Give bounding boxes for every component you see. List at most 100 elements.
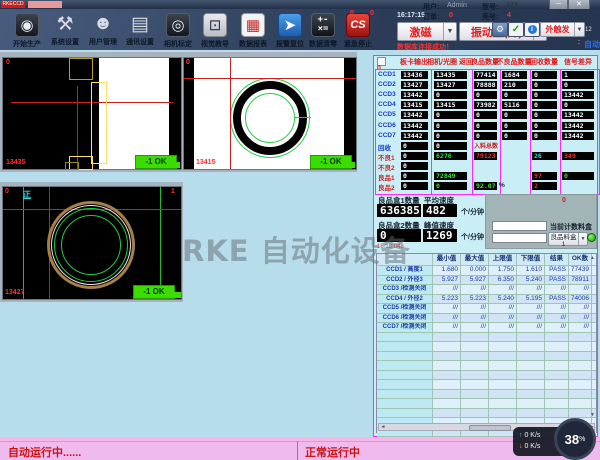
tray-dropdown[interactable]: 良品料盒1 ▼ <box>548 232 588 246</box>
measure-cell <box>569 333 592 342</box>
stop-counter-1: 0 <box>350 10 354 17</box>
up-arrow-icon: ↑ <box>519 432 523 439</box>
scroll-up-icon[interactable]: ▲ <box>589 255 596 262</box>
measure-cell: CCD1 / 高度1 <box>377 266 433 275</box>
title-badge: RKECCD <box>1 1 25 8</box>
row-label-CCD3: CCD3 <box>378 91 396 98</box>
camera-index-right: 1 <box>171 188 175 195</box>
toolbar-item-emergency-stop[interactable]: CS紧急停止 <box>338 13 378 49</box>
toolbar-item-server[interactable]: ▤通讯设置 <box>120 13 160 47</box>
frame-timestamp: 16:18:048 <box>377 244 404 250</box>
measure-table: 最小值最大值上限值下限值结果OK数CCD1 / 高度11.6800.0001.7… <box>376 253 597 433</box>
measure-cell <box>377 361 433 370</box>
scroll-down-icon[interactable]: ▼ <box>589 412 596 419</box>
measure-cell: 0.000 <box>461 266 489 275</box>
chevron-down-icon[interactable]: ▼ <box>443 23 456 40</box>
trigger-mode-dropdown[interactable]: 外触发 ▼ <box>540 22 585 37</box>
toolbar-item-tools[interactable]: ⚒系统设置 <box>45 13 85 47</box>
camera-view-2[interactable]: 0 13415 -1 OK <box>183 57 357 170</box>
order-label: 订单: <box>423 12 439 22</box>
row-label-CCD4: CCD4 <box>378 101 396 108</box>
chevron-down-icon[interactable]: ▼ <box>574 23 584 36</box>
column-header: 相机/光圈 返回 <box>427 57 473 67</box>
stat-value: 0 <box>562 172 594 180</box>
column-header: 板卡输出 <box>400 57 428 67</box>
stat-value: 13442 <box>401 111 428 119</box>
camera-view-3[interactable]: 正 0 1 13427 -1 OK <box>2 186 182 300</box>
measure-cell: PASS <box>545 295 569 304</box>
toolbar-item-report[interactable]: ▦数据报表 <box>233 13 273 49</box>
stat-value: 13436 <box>401 71 428 79</box>
chevron-down-icon[interactable]: ▼ <box>578 233 587 245</box>
measure-cell: CCD7 /检测关闭 <box>377 323 433 332</box>
trigger-count: 12 <box>585 27 592 33</box>
stat-value: 0 <box>532 111 557 119</box>
model-label: 型号: <box>482 2 498 12</box>
measure-cell <box>377 409 433 418</box>
measure-cell <box>489 352 517 361</box>
measure-header: 下限值 <box>517 254 545 265</box>
measure-cell <box>433 399 461 408</box>
stat-value: 0 <box>474 122 497 130</box>
measure-cell <box>461 409 489 418</box>
measure-cell <box>569 361 592 370</box>
scroll-left-icon[interactable]: ◄ <box>379 424 387 430</box>
measure-cell <box>545 399 569 408</box>
stat-value: 26 <box>532 152 557 160</box>
part-silhouette <box>99 58 169 169</box>
stat-value: 73982 <box>474 101 497 109</box>
stat-value: 13442 <box>562 132 594 140</box>
measure-cell: PASS <box>545 266 569 275</box>
toolbar-item-camera[interactable]: ◎相机标定 <box>158 13 198 49</box>
row-label-CCD6: CCD6 <box>378 122 396 129</box>
measure-cell: 77439 <box>569 266 592 275</box>
row-label-回收: 回收 <box>378 142 391 152</box>
measure-cell: 5.927 <box>461 276 489 285</box>
status-divider <box>297 441 298 460</box>
stat-value: 0 <box>434 132 467 140</box>
measure-cell <box>517 399 545 408</box>
toolbar-item-reel[interactable]: ◉开始生产 <box>7 13 47 49</box>
stat-value: 13442 <box>401 91 428 99</box>
info-button[interactable]: i <box>524 22 540 37</box>
stat-value: 6276 <box>434 152 467 160</box>
table-row <box>377 371 596 381</box>
percent-badge[interactable]: 38% <box>554 418 596 460</box>
row-label-CCD1: CCD1 <box>378 71 396 78</box>
settings-gear-button[interactable]: ⚙ <box>492 22 508 37</box>
detect-circle-inner <box>61 215 121 275</box>
stat-value: 1 <box>562 71 594 79</box>
measure-cell <box>517 333 545 342</box>
users-label: 用户管理 <box>83 37 123 47</box>
measure-cell: /// <box>517 323 545 332</box>
report-label: 数据报表 <box>233 39 273 49</box>
measure-cell: /// <box>433 323 461 332</box>
title-badge-secondary <box>28 1 62 8</box>
measure-cell: 78911 <box>569 276 592 285</box>
stat-value: 0 <box>434 111 467 119</box>
confirm-button[interactable]: ✓ <box>508 22 524 37</box>
tray-input-2[interactable] <box>492 233 547 243</box>
demagnetize-dropdown[interactable]: 激磁 ▼ <box>397 22 457 41</box>
toolbar-item-users[interactable]: ☻用户管理 <box>83 13 123 47</box>
measure-cell <box>569 352 592 361</box>
percent-suffix: % <box>499 182 505 189</box>
scroll-thumb[interactable] <box>469 425 511 431</box>
stat-value: 13442 <box>562 91 594 99</box>
result-badge: -1 OK <box>135 155 177 169</box>
measure-cell: /// <box>461 314 489 323</box>
measure-cell <box>489 371 517 380</box>
camera-view-1[interactable]: 0 13435 -1 OK <box>2 57 182 170</box>
measure-cell: PASS <box>545 276 569 285</box>
mode-indicator: 自动 <box>584 39 600 50</box>
server-icon: ▤ <box>129 13 151 35</box>
toolbar-item-monitor[interactable]: ⊡视觉教导 <box>195 13 235 49</box>
toolbar-item-calculator[interactable]: +- ×=数据清零 <box>303 13 343 49</box>
tray-input-1[interactable] <box>492 221 547 231</box>
camera-code: 13415 <box>196 159 215 166</box>
stat-value: 0 <box>532 81 557 89</box>
measure-cell: /// <box>569 323 592 332</box>
status-bar <box>0 441 600 460</box>
measure-cell: 1.680 <box>433 266 461 275</box>
stat-value: 0 <box>401 182 428 190</box>
